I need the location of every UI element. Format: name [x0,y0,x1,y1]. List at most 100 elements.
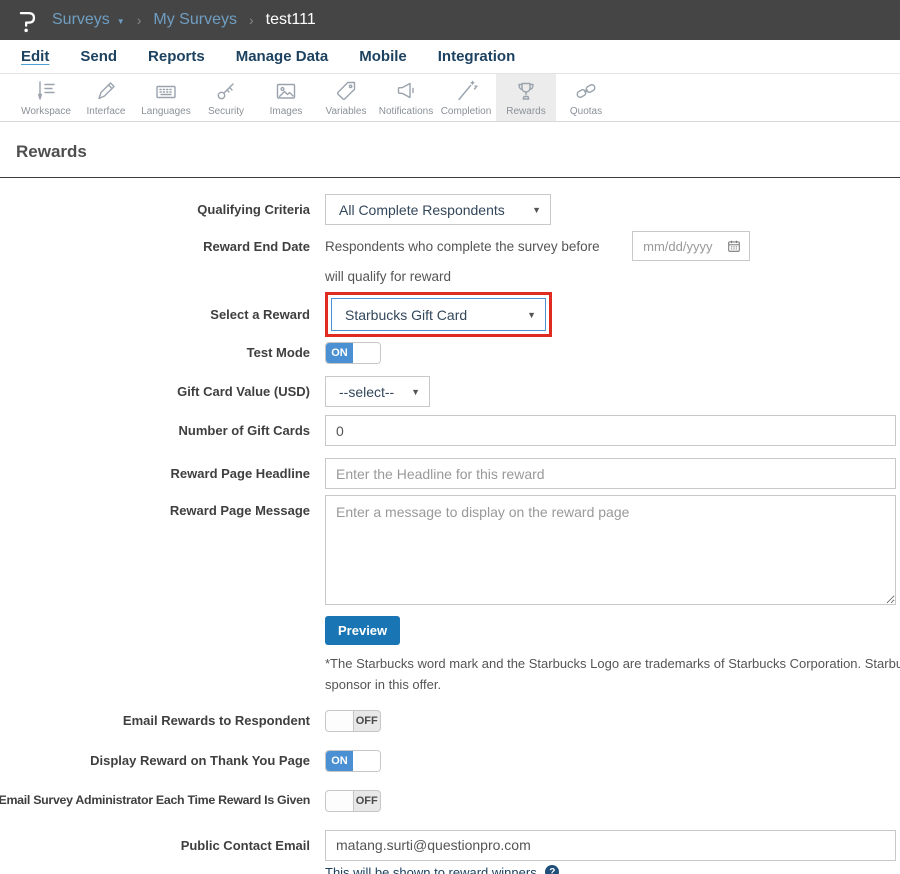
breadcrumb-separator: › [137,12,142,28]
toolbar-item-notifications[interactable]: Notifications [376,74,436,121]
qualifying-criteria-value: All Complete Respondents [339,202,505,218]
chevron-down-icon: ▼ [117,17,125,26]
tab-edit[interactable]: Edit [21,48,49,65]
email-admin-label: Email Survey Administrator Each Time Rew… [0,793,310,807]
tab-mobile[interactable]: Mobile [359,48,407,65]
helper-text: This will be shown to reward winners. [325,865,540,874]
select-reward-label: Select a Reward [210,307,310,322]
reward-page-message-label: Reward Page Message [170,503,310,518]
qualifying-criteria-select[interactable]: All Complete Respondents ▼ [325,194,551,225]
email-admin-toggle[interactable]: OFF [325,790,381,812]
toolbar-item-label: Security [208,106,244,117]
reward-end-date-suffix: will qualify for reward [325,261,451,284]
gift-card-value-value: --select-- [339,384,394,400]
select-reward-select[interactable]: Starbucks Gift Card ▼ [331,298,546,331]
display-reward-toggle[interactable]: ON [325,750,381,772]
security-icon [214,77,238,103]
number-of-gift-cards-row: Number of Gift Cards [0,415,900,446]
notifications-icon [394,77,418,103]
toolbar-item-rewards[interactable]: Rewards [496,74,556,121]
main-tab-bar: Edit Send Reports Manage Data Mobile Int… [0,40,900,74]
tab-integration[interactable]: Integration [438,48,516,65]
gift-card-value-row: Gift Card Value (USD) --select-- ▼ [0,376,900,407]
tab-send[interactable]: Send [80,48,117,65]
interface-icon [94,77,118,103]
app-window: Surveys ▼ › My Surveys › test111 Edit Se… [0,0,900,874]
toolbar-item-label: Rewards [506,106,545,117]
reward-page-headline-row: Reward Page Headline [0,458,900,489]
quotas-icon [574,77,598,103]
reward-page-headline-input[interactable] [325,458,896,489]
toolbar-item-images[interactable]: Images [256,74,316,121]
reward-page-message-textarea[interactable] [325,495,896,605]
languages-icon [154,77,178,103]
chevron-down-icon: ▼ [411,387,420,397]
reward-end-date-row: Reward End Date Respondents who complete… [0,231,900,286]
display-reward-row: Display Reward on Thank You Page ON [0,750,900,772]
tab-manage-data[interactable]: Manage Data [236,48,329,65]
breadcrumb-my-surveys[interactable]: My Surveys [153,11,237,29]
questionpro-logo-icon[interactable] [14,5,40,35]
toggle-knob [353,343,380,363]
reward-page-headline-label: Reward Page Headline [171,466,310,481]
trademark-line-1: *The Starbucks word mark and the Starbuc… [325,653,900,674]
annotation-highlight-box: Starbucks Gift Card ▼ [325,292,552,337]
toolbar-item-variables[interactable]: Variables [316,74,376,121]
page-title: Rewards [16,142,900,162]
trademark-line-2: sponsor in this offer. [325,674,900,695]
completion-icon [454,77,478,103]
gift-card-value-label: Gift Card Value (USD) [177,384,310,399]
calendar-icon[interactable] [727,239,741,253]
toolbar-item-completion[interactable]: Completion [436,74,496,121]
select-reward-value: Starbucks Gift Card [345,307,467,323]
tab-reports[interactable]: Reports [148,48,205,65]
workspace-icon [34,77,58,103]
toolbar-item-label: Workspace [21,106,71,117]
public-contact-email-input[interactable] [325,830,896,861]
reward-end-date-input[interactable]: mm/dd/yyyy [632,231,750,261]
breadcrumb-survey-name: test111 [266,11,316,29]
email-rewards-toggle[interactable]: OFF [325,710,381,732]
display-reward-label: Display Reward on Thank You Page [90,753,310,768]
toolbar-item-workspace[interactable]: Workspace [16,74,76,121]
toolbar-item-label: Notifications [379,106,433,117]
breadcrumb-separator: › [249,12,254,28]
toolbar-item-label: Completion [441,106,492,117]
test-mode-label: Test Mode [247,345,310,360]
preview-row: Preview [325,616,900,645]
toggle-knob [326,711,354,731]
number-of-gift-cards-input[interactable] [325,415,896,446]
select-reward-row: Select a Reward Starbucks Gift Card ▼ [0,292,900,337]
public-contact-email-helper: This will be shown to reward winners. ? [325,865,900,874]
chevron-down-icon: ▼ [532,205,541,215]
toolbar-item-label: Quotas [570,106,602,117]
test-mode-toggle[interactable]: ON [325,342,381,364]
qualifying-criteria-row: Qualifying Criteria All Complete Respond… [0,194,900,225]
help-icon[interactable]: ? [545,865,559,874]
toolbar-item-languages[interactable]: Languages [136,74,196,121]
public-contact-email-row: Public Contact Email This will be shown … [0,830,900,874]
gift-card-value-select[interactable]: --select-- ▼ [325,376,430,407]
rewards-trophy-icon [514,77,538,103]
email-admin-row: Email Survey Administrator Each Time Rew… [0,790,900,812]
toolbar-item-security[interactable]: Security [196,74,256,121]
email-rewards-label: Email Rewards to Respondent [123,713,310,728]
toggle-knob [353,751,380,771]
breadcrumb-my-surveys-label: My Surveys [153,11,237,29]
images-icon [274,77,298,103]
toolbar-item-interface[interactable]: Interface [76,74,136,121]
toolbar-item-label: Images [270,106,303,117]
rewards-form: Qualifying Criteria All Complete Respond… [0,178,900,874]
toolbar-item-label: Variables [326,106,367,117]
public-contact-email-label: Public Contact Email [181,838,310,853]
top-navbar: Surveys ▼ › My Surveys › test111 [0,0,900,40]
preview-button[interactable]: Preview [325,616,400,645]
breadcrumb-surveys[interactable]: Surveys ▼ [52,11,125,29]
email-rewards-row: Email Rewards to Respondent OFF [0,710,900,732]
qualifying-criteria-label: Qualifying Criteria [197,202,310,217]
reward-end-date-label: Reward End Date [203,239,310,254]
toolbar-item-quotas[interactable]: Quotas [556,74,616,121]
toggle-state-text: ON [326,343,353,363]
starbucks-trademark-note: *The Starbucks word mark and the Starbuc… [325,653,900,696]
breadcrumb-surveys-label: Surveys [52,11,110,29]
